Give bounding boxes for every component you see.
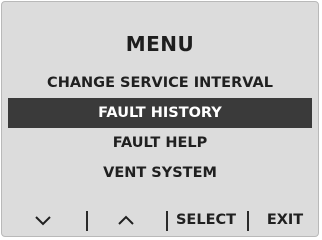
menu-list: CHANGE SERVICE INTERVAL FAULT HISTORY FA…: [8, 68, 312, 188]
page-title: MENU: [125, 32, 195, 56]
display-screen: MENU CHANGE SERVICE INTERVAL FAULT HISTO…: [1, 1, 319, 237]
chevron-down-icon: [35, 216, 51, 226]
up-button[interactable]: [115, 207, 137, 233]
softkey-bar: SELECT EXIT: [2, 207, 318, 233]
softkey-divider: [86, 211, 88, 231]
exit-button[interactable]: EXIT: [260, 207, 310, 233]
menu-item-fault-history[interactable]: FAULT HISTORY: [8, 98, 312, 128]
menu-item-vent-system[interactable]: VENT SYSTEM: [8, 158, 312, 188]
softkey-divider: [247, 211, 249, 231]
softkey-divider: [166, 211, 168, 231]
down-button[interactable]: [32, 207, 54, 233]
chevron-up-icon: [118, 215, 134, 225]
menu-item-fault-help[interactable]: FAULT HELP: [8, 128, 312, 158]
menu-item-change-service-interval[interactable]: CHANGE SERVICE INTERVAL: [8, 68, 312, 98]
select-button[interactable]: SELECT: [170, 207, 242, 233]
